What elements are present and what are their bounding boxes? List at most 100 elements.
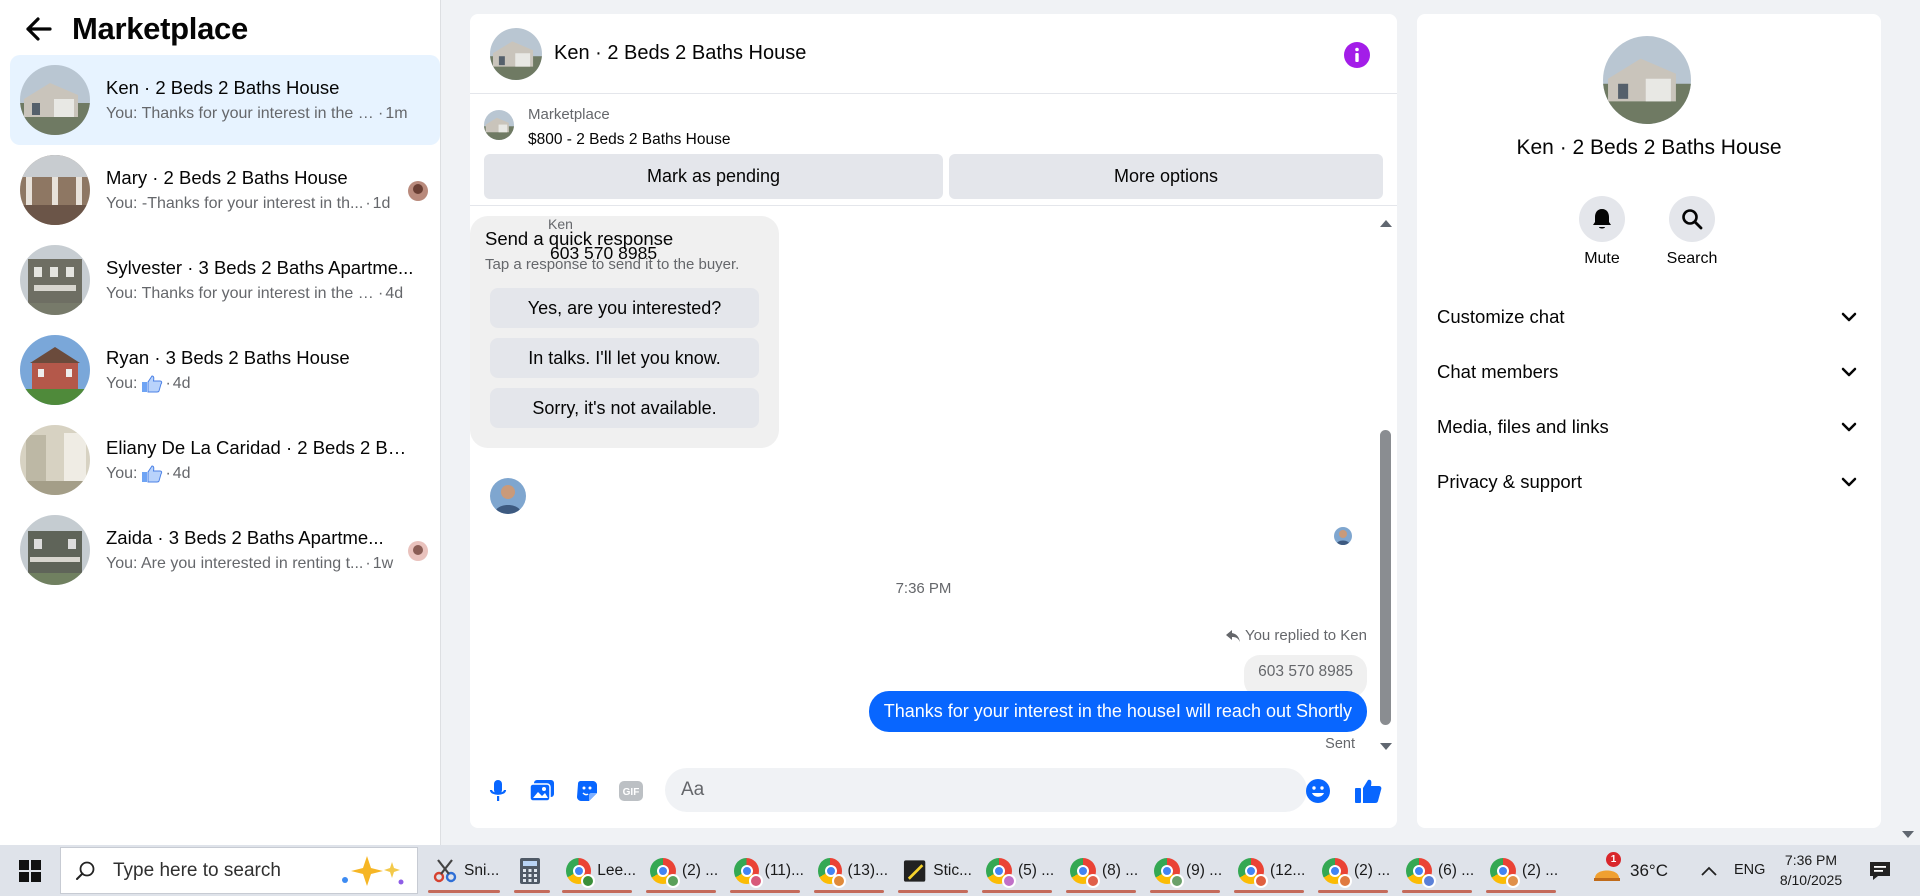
mute-label: Mute — [1584, 250, 1620, 267]
chat-panel: Ken · 2 Beds 2 Baths House Marketplace $… — [470, 14, 1397, 828]
message-timestamp: 7:36 PM — [895, 580, 952, 597]
section-customize-chat[interactable]: Customize chat — [1437, 297, 1857, 337]
send-like-button[interactable] — [1353, 776, 1383, 806]
chrome-icon — [1154, 858, 1184, 888]
photo-icon — [529, 780, 554, 802]
listing-avatar — [20, 335, 90, 405]
weather-widget[interactable]: 1 36°C — [1592, 852, 1668, 889]
page-scroll-down-arrow-icon[interactable] — [1901, 830, 1915, 840]
scroll-up-arrow-icon[interactable] — [1380, 220, 1392, 227]
sticky-notes-icon — [903, 860, 926, 882]
chat-avatar[interactable] — [490, 27, 542, 80]
quick-response-option[interactable]: In talks. I'll let you know. — [490, 338, 759, 378]
taskbar-app-chrome[interactable]: (6) ... — [1398, 849, 1476, 893]
taskbar-app-chrome[interactable]: (2) ... — [642, 849, 720, 893]
taskbar-app-chrome[interactable]: (11)... — [726, 849, 804, 893]
taskbar-app-label: (5) ... — [1018, 862, 1055, 879]
attach-photo-button[interactable] — [527, 776, 557, 806]
windows-taskbar: Type here to search Sni... Lee... (2) ..… — [0, 845, 1920, 896]
quick-response-option[interactable]: Yes, are you interested? — [490, 288, 759, 328]
gif-button[interactable]: GIF — [616, 776, 646, 806]
taskbar-app-calculator[interactable] — [510, 849, 554, 893]
reply-label-text: You replied to Ken — [1244, 627, 1367, 644]
conversation-preview: You: -Thanks for your interest in th... — [106, 194, 364, 212]
listing-avatar — [20, 155, 90, 225]
more-options-button[interactable]: More options — [949, 154, 1383, 199]
conversation-sidebar: Marketplace Ken · 2 Beds 2 Baths House Y… — [0, 0, 441, 845]
search-in-conversation-button[interactable]: Search — [1652, 196, 1732, 268]
weather-alert-badge: 1 — [1606, 852, 1621, 867]
voice-clip-button[interactable] — [483, 776, 513, 806]
section-label: Chat members — [1437, 361, 1559, 382]
svg-text:GIF: GIF — [623, 787, 640, 798]
search-icon — [76, 861, 95, 880]
show-hidden-icons-chevron-up-icon[interactable] — [1700, 865, 1718, 877]
taskbar-app-chrome[interactable]: (8) ... — [1062, 849, 1140, 893]
chrome-icon — [650, 858, 680, 888]
conversation-item-eliany[interactable]: Eliany De La Caridad · 2 Beds 2 Bat... Y… — [10, 415, 440, 505]
page-title: Marketplace — [72, 11, 248, 46]
taskbar-app-label: (9) ... — [1186, 862, 1223, 879]
taskbar-app-snipping-tool[interactable]: Sni... — [424, 849, 504, 893]
notifications-icon[interactable] — [1868, 860, 1892, 882]
conversation-item-sylvester[interactable]: Sylvester · 3 Beds 2 Baths Apartme... Yo… — [10, 235, 440, 325]
section-label: Privacy & support — [1437, 471, 1582, 492]
section-media-files-links[interactable]: Media, files and links — [1437, 407, 1857, 447]
start-button[interactable] — [0, 845, 60, 896]
taskbar-app-label: Sni... — [464, 862, 500, 879]
outgoing-message[interactable]: Thanks for your interest in the houseI w… — [868, 691, 1367, 732]
section-privacy-support[interactable]: Privacy & support — [1437, 462, 1857, 502]
chrome-icon — [1322, 858, 1352, 888]
taskbar-app-sticky-notes[interactable]: Stic... — [894, 849, 972, 893]
taskbar-search-placeholder: Type here to search — [113, 859, 281, 881]
conversation-name: Mary · 2 Beds 2 Baths House — [106, 166, 348, 188]
taskbar-app-chrome[interactable]: (2) ... — [1314, 849, 1392, 893]
taskbar-app-label: (6) ... — [1438, 862, 1475, 879]
details-name: Ken · 2 Beds 2 Baths House — [1516, 136, 1782, 159]
taskbar-app-chrome[interactable]: Lee... — [558, 849, 636, 893]
conversation-time: 1d — [372, 194, 391, 212]
message-input[interactable] — [665, 768, 1307, 812]
conversation-info-button[interactable] — [1344, 42, 1370, 68]
taskbar-app-chrome[interactable]: (13)... — [810, 849, 888, 893]
listing-avatar — [20, 515, 90, 585]
conversation-item-mary[interactable]: Mary · 2 Beds 2 Baths House You: -Thanks… — [10, 145, 440, 235]
message-scrollbar[interactable] — [1378, 220, 1394, 750]
back-arrow-icon — [26, 17, 52, 41]
message-list[interactable]: Ken 603 570 8985 Send a quick response T… — [470, 216, 1397, 756]
listing-avatar — [20, 245, 90, 315]
conversation-item-ryan[interactable]: Ryan · 3 Beds 2 Baths House You: · 4d — [10, 325, 440, 415]
taskbar-app-chrome[interactable]: (12... — [1230, 849, 1308, 893]
scrollbar-thumb[interactable] — [1380, 430, 1391, 725]
chat-header: Ken · 2 Beds 2 Baths House — [470, 14, 1397, 94]
mute-button[interactable]: Mute — [1562, 196, 1642, 268]
search-highlight-sparkle-icon — [342, 856, 404, 886]
taskbar-app-label: (2) ... — [682, 862, 719, 879]
chat-title[interactable]: Ken · 2 Beds 2 Baths House — [554, 42, 806, 65]
conversation-item-ken[interactable]: Ken · 2 Beds 2 Baths House You: Thanks f… — [10, 55, 440, 145]
scroll-down-arrow-icon[interactable] — [1380, 743, 1392, 750]
system-clock[interactable]: 7:36 PM 8/10/2025 — [1778, 850, 1844, 890]
reply-arrow-icon — [1225, 629, 1240, 642]
input-language-indicator[interactable]: ENG — [1734, 862, 1765, 878]
taskbar-app-label: (12... — [1270, 862, 1306, 879]
listing-thumbnail — [484, 110, 514, 140]
sender-avatar[interactable] — [490, 478, 526, 514]
sticker-button[interactable] — [572, 776, 602, 806]
conversation-preview: You: Are you interested in renting t... — [106, 554, 364, 572]
reply-indicator: You replied to Ken — [1225, 627, 1367, 644]
back-button[interactable] — [24, 14, 54, 44]
listing-summary[interactable]: Marketplace $800 - 2 Beds 2 Baths House — [470, 94, 1397, 154]
mark-as-pending-button[interactable]: Mark as pending — [484, 154, 943, 199]
taskbar-app-chrome[interactable]: (9) ... — [1146, 849, 1224, 893]
taskbar-app-chrome[interactable]: (2) ... — [1482, 849, 1560, 893]
taskbar-app-chrome[interactable]: (5) ... — [978, 849, 1056, 893]
emoji-button[interactable] — [1303, 776, 1333, 806]
chrome-icon — [734, 858, 763, 888]
quick-response-option[interactable]: Sorry, it's not available. — [490, 388, 759, 428]
conversation-item-zaida[interactable]: Zaida · 3 Beds 2 Baths Apartme... You: A… — [10, 505, 440, 595]
section-chat-members[interactable]: Chat members — [1437, 352, 1857, 392]
temperature-label: 36°C — [1630, 861, 1668, 880]
taskbar-search-box[interactable]: Type here to search — [60, 847, 418, 894]
conversation-time: 4d — [385, 284, 404, 302]
